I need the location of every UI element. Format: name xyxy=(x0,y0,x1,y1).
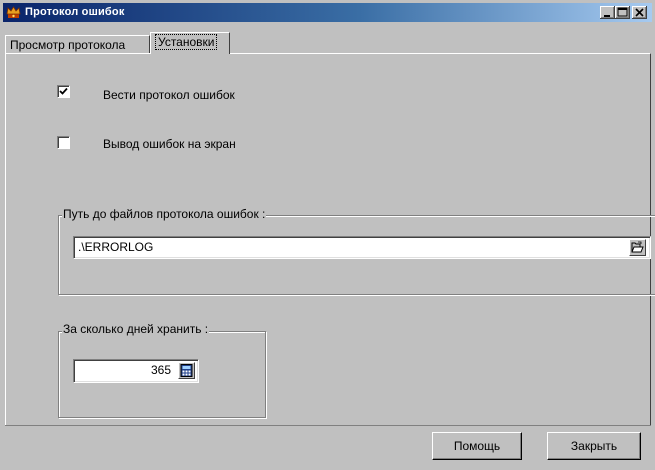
help-button[interactable]: Помощь xyxy=(432,432,522,460)
close-window-button[interactable] xyxy=(632,6,647,19)
window-title: Протокол ошибок xyxy=(25,6,125,18)
calculator-icon xyxy=(180,364,193,377)
tab-settings-label: Установки xyxy=(155,34,218,50)
retention-days-group-title: За сколько дней хранить : xyxy=(62,322,210,336)
retention-days-value: 365 xyxy=(150,363,171,377)
crown-app-icon xyxy=(6,5,21,20)
bottom-separator xyxy=(5,425,651,426)
log-path-input[interactable]: .\ERRORLOG xyxy=(73,236,651,259)
title-bar[interactable]: Протокол ошибок xyxy=(3,3,652,22)
close-button-label: Закрыть xyxy=(570,439,618,453)
error-log-window: Протокол ошибок Просмотр протокола Устан… xyxy=(0,0,655,470)
show-errors-label: Вывод ошибок на экран xyxy=(103,137,236,151)
browse-button[interactable] xyxy=(629,239,646,256)
tab-settings[interactable]: Установки xyxy=(150,32,230,54)
open-folder-icon xyxy=(631,241,644,253)
show-errors-checkbox[interactable] xyxy=(57,136,70,149)
calculator-button[interactable] xyxy=(178,362,195,379)
close-button[interactable]: Закрыть xyxy=(547,432,641,460)
minimize-button[interactable] xyxy=(600,6,615,19)
checkmark-icon xyxy=(59,87,68,95)
tab-log-view-label: Просмотр протокола xyxy=(10,38,126,52)
log-path-group-title: Путь до файлов протокола ошибок : xyxy=(62,207,267,221)
log-errors-label: Вести протокол ошибок xyxy=(103,88,235,102)
log-path-value: .\ERRORLOG xyxy=(78,240,154,254)
tab-log-view[interactable]: Просмотр протокола xyxy=(5,35,150,53)
retention-days-input[interactable]: 365 xyxy=(73,359,199,383)
log-errors-checkbox[interactable] xyxy=(57,85,70,98)
maximize-button[interactable] xyxy=(615,6,630,19)
help-button-label: Помощь xyxy=(453,439,501,453)
